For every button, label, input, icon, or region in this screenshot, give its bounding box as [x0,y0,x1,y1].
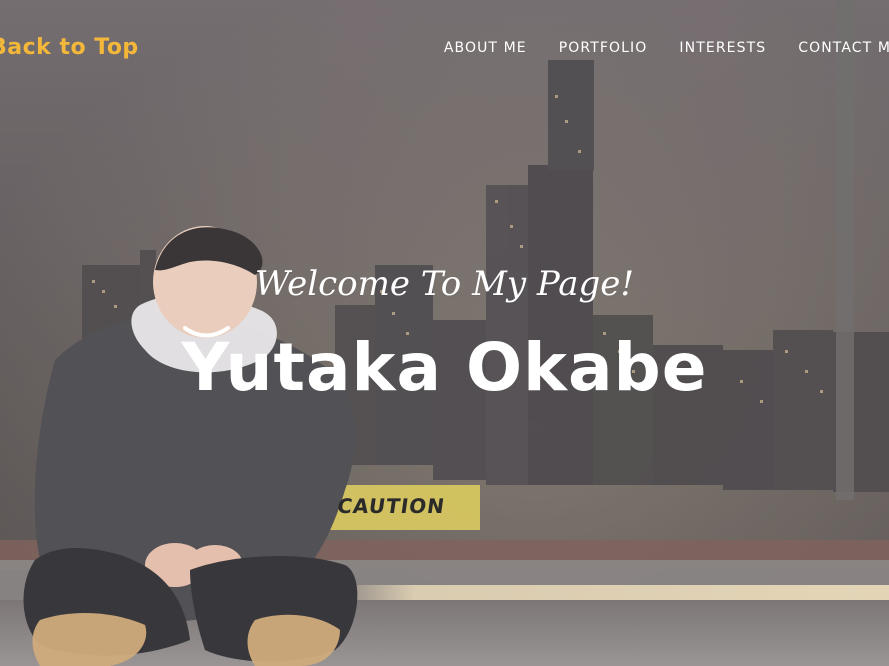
back-to-top-link[interactable]: Back to Top [0,35,139,60]
background-sign-text: CAUTION [335,494,447,518]
nav-interests[interactable]: INTERESTS [679,40,766,56]
hero-name: Yutaka Okabe [181,329,708,406]
nav-about-me[interactable]: ABOUT ME [444,40,527,56]
nav-links: ABOUT ME PORTFOLIO INTERESTS CONTACT ME [444,40,889,56]
hero-welcome-text: Welcome To My Page! [254,264,635,304]
nav-portfolio[interactable]: PORTFOLIO [559,40,648,56]
hero-section: CAUTION Back to Top ABOUT ME PORTFOLIO I… [0,0,889,666]
nav-contact-me[interactable]: CONTACT ME [798,40,889,56]
top-navbar: Back to Top ABOUT ME PORTFOLIO INTERESTS… [0,0,889,95]
